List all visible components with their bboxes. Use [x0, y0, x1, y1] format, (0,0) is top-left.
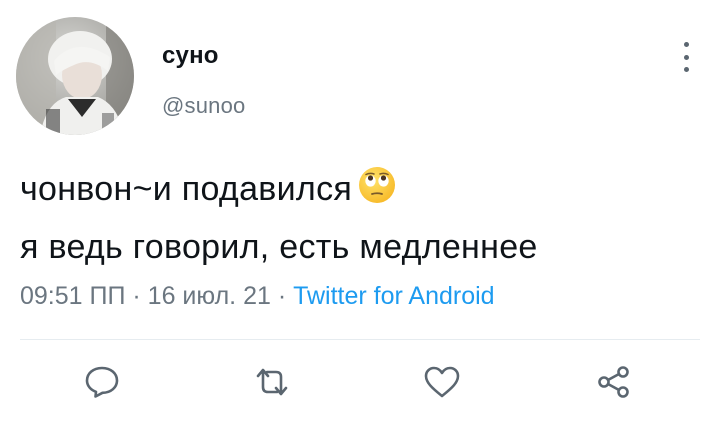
reply-button[interactable]: [82, 362, 122, 402]
heart-icon: [424, 366, 460, 398]
more-dot: [683, 42, 689, 47]
retweet-icon: [256, 368, 288, 396]
share-button[interactable]: [594, 362, 634, 402]
like-button[interactable]: [422, 362, 462, 402]
tweet-meta: 09:51 ПП · 16 июл. 21 · Twitter for Andr…: [20, 282, 495, 311]
meta-separator: ·: [125, 282, 148, 310]
tweet-date[interactable]: 16 июл. 21: [148, 282, 271, 310]
display-name[interactable]: суно: [162, 42, 219, 70]
more-vertical-icon[interactable]: [675, 42, 697, 72]
reply-icon: [85, 366, 119, 398]
tweet-line: чонвон~и подавился: [20, 162, 700, 220]
tweet-line: я ведь говорил, есть медленнее: [20, 228, 538, 266]
share-icon: [598, 366, 629, 398]
tweet-text: чонвон~и подавился я ведь говорил, есть …: [20, 162, 700, 274]
more-dot: [683, 67, 689, 72]
avatar[interactable]: [16, 17, 134, 135]
face-with-rolling-eyes-icon: [358, 166, 396, 220]
username[interactable]: @sunoo: [162, 93, 245, 119]
more-dot: [683, 54, 689, 60]
tweet-source-link[interactable]: Twitter for Android: [293, 282, 494, 310]
divider: [20, 339, 700, 340]
retweet-button[interactable]: [252, 362, 292, 402]
tweet-actions: [0, 362, 720, 402]
meta-separator: ·: [270, 282, 294, 310]
tweet-line-text: чонвон~и подавился: [20, 170, 353, 208]
tweet-card: суно @sunoo чонвон~и подавился я ведь го…: [0, 0, 720, 436]
avatar-image: [16, 17, 134, 135]
tweet-time: 09:51 ПП: [20, 282, 126, 310]
